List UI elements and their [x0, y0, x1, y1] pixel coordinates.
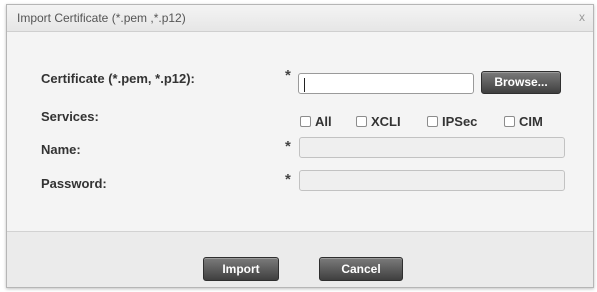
certificate-label: Certificate (*.pem, *.p12): — [41, 71, 195, 86]
password-label: Password: — [41, 176, 107, 191]
dialog-title: Import Certificate (*.pem ,*.p12) — [17, 11, 186, 25]
dialog-footer: Import Cancel — [7, 232, 593, 287]
service-checkbox-ipsec[interactable]: IPSec — [427, 113, 477, 129]
checkbox-icon[interactable] — [356, 115, 367, 127]
certificate-required-mark: * — [285, 67, 291, 84]
name-required-mark: * — [285, 138, 291, 155]
service-option-label: All — [315, 113, 332, 129]
checkbox-icon[interactable] — [504, 115, 515, 127]
browse-button[interactable]: Browse... — [481, 71, 561, 94]
service-checkbox-cim[interactable]: CIM — [504, 113, 543, 129]
checkbox-icon[interactable] — [300, 115, 311, 127]
text-caret — [304, 78, 305, 92]
service-checkbox-all[interactable]: All — [300, 113, 332, 129]
import-certificate-dialog: Import Certificate (*.pem ,*.p12) x Cert… — [6, 4, 594, 288]
certificate-file-input[interactable] — [298, 73, 474, 94]
cancel-button[interactable]: Cancel — [319, 257, 403, 281]
close-icon[interactable]: x — [579, 10, 585, 24]
service-option-label: XCLI — [371, 113, 401, 129]
service-option-label: IPSec — [442, 113, 478, 129]
name-label: Name: — [41, 142, 81, 157]
service-option-label: CIM — [519, 113, 543, 129]
checkbox-icon[interactable] — [427, 115, 438, 127]
password-required-mark: * — [285, 171, 291, 188]
import-button[interactable]: Import — [203, 257, 279, 281]
service-checkbox-xcli[interactable]: XCLI — [356, 113, 401, 129]
name-field[interactable] — [299, 137, 565, 158]
dialog-titlebar: Import Certificate (*.pem ,*.p12) x — [7, 5, 593, 32]
services-label: Services: — [41, 109, 99, 124]
password-field[interactable] — [299, 170, 565, 191]
